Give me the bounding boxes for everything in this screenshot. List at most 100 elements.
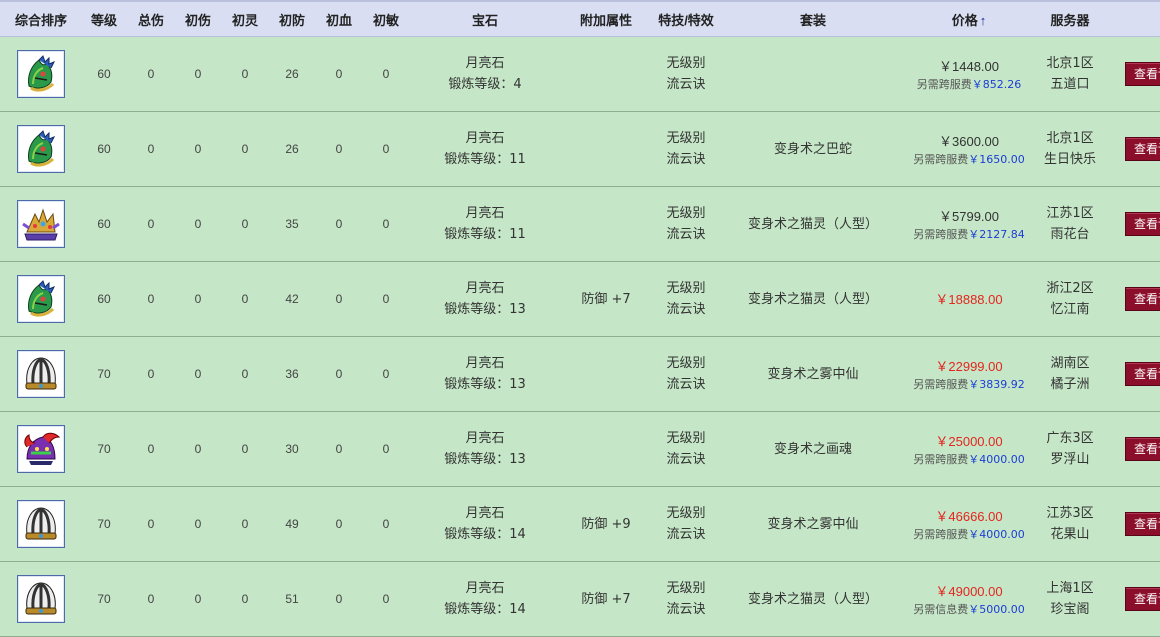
base-hp-cell: 0 (314, 36, 364, 112)
table-header-row: 综合排序 等级 总伤 初伤 初灵 初防 初血 初敏 宝石 附加属性 特技/特效 … (0, 0, 1160, 37)
skill-cell: 无级别 流云诀 (650, 411, 722, 487)
skill-level: 无级别 (666, 206, 706, 221)
action-cell: 查看详情 (1106, 36, 1160, 112)
table-row: 70 0 0 0 36 0 0 月亮石 锻炼等级：13 无级别 流云诀 变身术之雾中仙 ￥22999.0… (0, 336, 1160, 412)
server-region: 湖南区 (1050, 356, 1090, 371)
view-details-button[interactable]: 查看详情 (1125, 437, 1160, 461)
gem-name: 月亮石 (465, 506, 505, 521)
base-speed-cell: 0 (364, 411, 408, 487)
gem-level: 锻炼等级：13 (444, 377, 526, 392)
extra-attr-cell (562, 336, 650, 412)
fee-label: 另需跨服费 (913, 152, 969, 166)
striped-cap-icon[interactable] (17, 350, 65, 398)
server-cell: 上海1区 珍宝阁 (1034, 561, 1106, 637)
header-action (1106, 0, 1160, 37)
view-details-button[interactable]: 查看详情 (1125, 512, 1160, 536)
header-base-spirit[interactable]: 初灵 (220, 0, 270, 37)
fee-note: 另需跨服费￥2127.84 (904, 227, 1034, 243)
server-region: 江苏1区 (1046, 206, 1094, 221)
server-region: 北京1区 (1046, 56, 1094, 71)
base-spirit-cell: 0 (220, 111, 270, 187)
header-server: 服务器 (1034, 0, 1106, 37)
view-details-button[interactable]: 查看详情 (1125, 362, 1160, 386)
price-value: ￥25000.00 (935, 433, 1003, 449)
total-damage-cell: 0 (126, 561, 176, 637)
price-value: ￥49000.00 (935, 583, 1003, 599)
fee-label: 另需跨服费 (913, 227, 969, 241)
table-row: 60 0 0 0 35 0 0 月亮石 锻炼等级：11 无级别 流云诀 变身术之猫灵（人型） ￥5799… (0, 186, 1160, 262)
price-value: ￥46666.00 (935, 508, 1003, 524)
header-base-speed[interactable]: 初敏 (364, 0, 408, 37)
gem-cell: 月亮石 锻炼等级：13 (408, 336, 562, 412)
base-defense-cell: 35 (270, 186, 314, 262)
server-region: 上海1区 (1046, 581, 1094, 596)
header-set: 套装 (722, 0, 904, 37)
header-base-defense[interactable]: 初防 (270, 0, 314, 37)
striped-cap-icon[interactable] (17, 500, 65, 548)
server-name: 五道口 (1050, 77, 1090, 92)
total-damage-cell: 0 (126, 36, 176, 112)
gem-name: 月亮石 (465, 281, 505, 296)
fee-note: 另需跨服费￥1650.00 (904, 152, 1034, 168)
equipment-list-table: 综合排序 等级 总伤 初伤 初灵 初防 初血 初敏 宝石 附加属性 特技/特效 … (0, 0, 1160, 637)
base-spirit-cell: 0 (220, 411, 270, 487)
skill-level: 无级别 (666, 131, 706, 146)
server-region: 江苏3区 (1046, 506, 1094, 521)
green-dragon-helmet-icon[interactable] (17, 50, 65, 98)
base-defense-cell: 30 (270, 411, 314, 487)
level-cell: 60 (82, 36, 126, 112)
fee-amount: ￥5000.00 (968, 602, 1025, 616)
header-base-damage[interactable]: 初伤 (176, 0, 220, 37)
view-details-button[interactable]: 查看详情 (1125, 62, 1160, 86)
price-value: ￥1448.00 (939, 58, 999, 74)
gem-level: 锻炼等级：11 (444, 152, 526, 167)
green-dragon-helmet-icon[interactable] (17, 125, 65, 173)
red-demon-helmet-icon[interactable] (17, 425, 65, 473)
view-details-button[interactable]: 查看详情 (1125, 287, 1160, 311)
striped-cap-icon[interactable] (17, 575, 65, 623)
gem-level: 锻炼等级：4 (448, 77, 522, 92)
price-cell: ￥22999.00 另需跨服费￥3839.92 (904, 336, 1034, 412)
green-dragon-helmet-icon[interactable] (17, 275, 65, 323)
header-sort-overall[interactable]: 综合排序 (0, 0, 82, 37)
skill-effect: 流云诀 (666, 527, 706, 542)
skill-cell: 无级别 流云诀 (650, 336, 722, 412)
fee-note: 另需信息费￥5000.00 (904, 602, 1034, 618)
base-hp-cell: 0 (314, 486, 364, 562)
total-damage-cell: 0 (126, 336, 176, 412)
skill-cell: 无级别 流云诀 (650, 561, 722, 637)
fee-label: 另需跨服费 (913, 452, 969, 466)
gold-phoenix-crown-icon[interactable] (17, 200, 65, 248)
level-cell: 70 (82, 411, 126, 487)
base-hp-cell: 0 (314, 411, 364, 487)
base-defense-cell: 42 (270, 261, 314, 337)
gem-cell: 月亮石 锻炼等级：11 (408, 111, 562, 187)
extra-attr-cell: 防御 +7 (562, 261, 650, 337)
fee-label: 另需跨服费 (913, 377, 969, 391)
server-region: 北京1区 (1046, 131, 1094, 146)
header-base-hp[interactable]: 初血 (314, 0, 364, 37)
level-cell: 60 (82, 261, 126, 337)
view-details-button[interactable]: 查看详情 (1125, 587, 1160, 611)
gem-cell: 月亮石 锻炼等级：13 (408, 261, 562, 337)
header-skill-effect: 特技/特效 (650, 0, 722, 37)
header-price[interactable]: 价格 ↑ (904, 0, 1034, 37)
extra-attr-cell (562, 111, 650, 187)
skill-cell: 无级别 流云诀 (650, 261, 722, 337)
skill-effect: 流云诀 (666, 602, 706, 617)
header-total-damage[interactable]: 总伤 (126, 0, 176, 37)
price-cell: ￥3600.00 另需跨服费￥1650.00 (904, 111, 1034, 187)
header-level[interactable]: 等级 (82, 0, 126, 37)
view-details-button[interactable]: 查看详情 (1125, 137, 1160, 161)
base-spirit-cell: 0 (220, 561, 270, 637)
item-icon-cell (0, 186, 82, 262)
view-details-button[interactable]: 查看详情 (1125, 212, 1160, 236)
price-cell: ￥46666.00 另需跨服费￥4000.00 (904, 486, 1034, 562)
server-name: 雨花台 (1050, 227, 1090, 242)
skill-effect: 流云诀 (666, 302, 706, 317)
gem-name: 月亮石 (465, 206, 505, 221)
gem-name: 月亮石 (465, 431, 505, 446)
table-row: 60 0 0 0 42 0 0 月亮石 锻炼等级：13 防御 +7 无级别 流云诀 变身术之猫灵（人型）… (0, 261, 1160, 337)
base-damage-cell: 0 (176, 111, 220, 187)
skill-effect: 流云诀 (666, 152, 706, 167)
